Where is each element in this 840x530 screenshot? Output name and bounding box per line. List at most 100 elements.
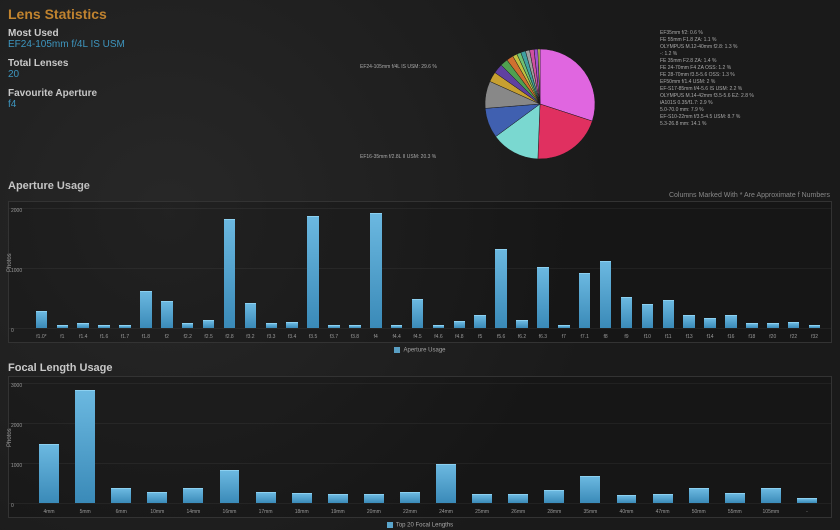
- bar: [809, 325, 820, 328]
- x-tick: f2.5: [204, 334, 212, 340]
- bar: [98, 325, 109, 328]
- x-tick: f3.2: [246, 334, 254, 340]
- bar: [328, 325, 339, 328]
- x-tick: 14mm: [186, 509, 200, 515]
- bar: [183, 488, 203, 503]
- stat-value: EF24-105mm f/4L IS USM: [8, 39, 232, 50]
- bar: [433, 325, 444, 328]
- x-tick: f16: [727, 334, 734, 340]
- pie-legend-item: EF35mm f/2: 0.6 %: [660, 30, 754, 37]
- x-tick: f1.6: [100, 334, 108, 340]
- y-tick: 0: [11, 503, 14, 509]
- legend-swatch: [387, 522, 393, 528]
- bar: [39, 444, 59, 503]
- pie-legend-item: EF50mm f/1.4 USM: 2 %: [660, 79, 754, 86]
- focal-legend: Top 20 Focal Lengths: [0, 522, 840, 530]
- bar: [746, 323, 757, 328]
- bar: [516, 320, 527, 328]
- bar: [36, 311, 47, 328]
- bar: [370, 213, 381, 328]
- bar: [767, 323, 778, 328]
- bar: [600, 261, 611, 328]
- bar: [725, 315, 736, 328]
- bar: [797, 498, 817, 503]
- x-tick: f3.3: [267, 334, 275, 340]
- gridline: [9, 208, 831, 209]
- x-tick: f1.7: [121, 334, 129, 340]
- pie-legend-item: -: 1.2 %: [660, 51, 754, 58]
- x-tick: f7.1: [581, 334, 589, 340]
- x-tick: f4: [374, 334, 378, 340]
- x-tick: f9: [624, 334, 628, 340]
- x-tick: 16mm: [223, 509, 237, 515]
- x-tick: f4.4: [392, 334, 400, 340]
- bar: [161, 301, 172, 328]
- x-tick: f1.8: [142, 334, 150, 340]
- x-tick: 24mm: [439, 509, 453, 515]
- bar: [245, 303, 256, 328]
- bar: [474, 315, 485, 328]
- y-tick: 1000: [11, 463, 22, 469]
- stat-fav-aperture: Favourite Aperture f4: [8, 88, 232, 110]
- aperture-chart: Photos 010002000f1.0*f1f1.4f1.6f1.7f1.8f…: [8, 201, 832, 343]
- bar: [617, 495, 637, 502]
- bar: [286, 322, 297, 328]
- pie-legend-item: EF-S17-85mm f/4-5.6 IS USM: 2.2 %: [660, 86, 754, 93]
- bar: [391, 325, 402, 328]
- stat-value: f4: [8, 99, 232, 110]
- bar: [412, 299, 423, 328]
- bar: [119, 325, 130, 328]
- x-tick: f8: [604, 334, 608, 340]
- gridline: [9, 503, 831, 504]
- pie-legend-item: FE 28-70mm f3.5-5.6 OSS: 1.3 %: [660, 72, 754, 79]
- stat-value: 20: [8, 69, 232, 80]
- y-tick: 1000: [11, 268, 22, 274]
- x-tick: f20: [769, 334, 776, 340]
- gridline: [9, 268, 831, 269]
- bar: [537, 267, 548, 328]
- bar: [472, 494, 492, 502]
- y-tick: 2000: [11, 423, 22, 429]
- x-tick: f3.8: [351, 334, 359, 340]
- x-tick: f14: [707, 334, 714, 340]
- pie-legend: EF35mm f/2: 0.6 %FE 55mm F1.8 ZA: 1.1 %O…: [660, 30, 754, 128]
- bar: [653, 494, 673, 503]
- gridline: [9, 423, 831, 424]
- stat-most-used: Most Used EF24-105mm f/4L IS USM: [8, 28, 232, 50]
- page-title: Lens Statistics: [0, 0, 840, 24]
- legend-text: Top 20 Focal Lengths: [396, 522, 453, 528]
- x-tick: 28mm: [547, 509, 561, 515]
- bar: [220, 470, 240, 503]
- x-tick: f2.8: [225, 334, 233, 340]
- x-tick: f6.3: [539, 334, 547, 340]
- x-tick: 6mm: [116, 509, 127, 515]
- x-tick: 105mm: [763, 509, 780, 515]
- x-tick: 55mm: [728, 509, 742, 515]
- x-tick: 20mm: [367, 509, 381, 515]
- pie-legend-item: OLYMPUS M.12-40mm f2.8: 1.3 %: [660, 44, 754, 51]
- x-tick: f4.6: [434, 334, 442, 340]
- bar: [558, 325, 569, 328]
- x-tick: 19mm: [331, 509, 345, 515]
- bar: [203, 320, 214, 328]
- stats-panel: Most Used EF24-105mm f/4L IS USM Total L…: [0, 24, 240, 174]
- x-tick: f32: [811, 334, 818, 340]
- x-tick: f3.7: [330, 334, 338, 340]
- section-focal-title: Focal Length Usage: [0, 356, 840, 374]
- gridline: [9, 328, 831, 329]
- x-tick: 40mm: [620, 509, 634, 515]
- x-tick: f1.0*: [36, 334, 46, 340]
- bar: [683, 315, 694, 328]
- focal-chart: Photos 01000200030004mm5mm6mm10mm14mm16m…: [8, 376, 832, 518]
- pie-label: EF16-35mm f/2.8L II USM: 20.3 %: [360, 154, 436, 160]
- stat-label: Favourite Aperture: [8, 88, 232, 99]
- bar: [580, 476, 600, 503]
- gridline: [9, 463, 831, 464]
- bar: [266, 323, 277, 328]
- bar: [75, 390, 95, 503]
- bar: [788, 322, 799, 328]
- bar: [544, 490, 564, 502]
- pie-legend-item: FE 35mm F2.8 ZA: 1.4 %: [660, 58, 754, 65]
- bar: [436, 464, 456, 503]
- bar: [400, 492, 420, 503]
